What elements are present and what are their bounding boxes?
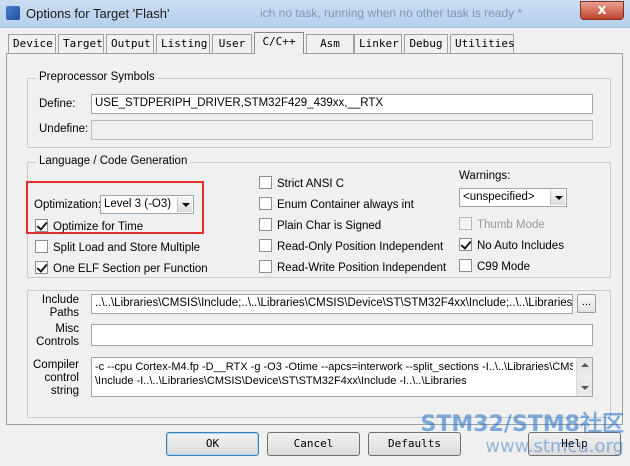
strict-ansi-label: Strict ANSI C xyxy=(277,178,345,190)
rwpi-label: Read-Write Position Independent xyxy=(277,262,447,274)
checkbox-unchecked-icon[interactable] xyxy=(259,218,272,231)
ok-button[interactable]: OK xyxy=(166,432,259,456)
rwpi-checkbox[interactable]: Read-Write Position Independent xyxy=(259,260,446,276)
compiler-control-line-2: \Include -I..\..\Libraries\CMSIS\Device\… xyxy=(95,375,467,387)
plain-char-label: Plain Char is Signed xyxy=(277,220,382,232)
tab-utilities[interactable]: Utilities xyxy=(450,34,515,53)
optimization-value: Level 3 (-O3) xyxy=(104,198,172,210)
optimize-for-time-label: Optimize for Time xyxy=(53,221,144,233)
checkbox-checked-icon[interactable] xyxy=(35,219,48,232)
enum-container-label: Enum Container always int xyxy=(277,199,414,211)
language-group-label: Language / Code Generation xyxy=(36,155,191,167)
title-bar: Options for Target 'Flash' ich no task, … xyxy=(0,0,630,28)
enum-container-checkbox[interactable]: Enum Container always int xyxy=(259,197,414,213)
defaults-button[interactable]: Defaults xyxy=(368,432,461,456)
split-load-store-label: Split Load and Store Multiple xyxy=(53,242,201,254)
warnings-value: <unspecified> xyxy=(463,191,535,203)
checkbox-unchecked-icon[interactable] xyxy=(459,259,472,272)
no-auto-includes-checkbox[interactable]: No Auto Includes xyxy=(459,238,564,254)
tab-user[interactable]: User xyxy=(212,34,252,53)
checkbox-disabled-icon[interactable] xyxy=(459,217,472,230)
tab-listing[interactable]: Listing xyxy=(156,34,210,53)
close-button[interactable]: x xyxy=(580,1,624,20)
define-label: Define: xyxy=(39,98,76,110)
include-paths-input[interactable]: ..\..\Libraries\CMSIS\Include;..\..\Libr… xyxy=(91,294,573,314)
app-icon xyxy=(6,6,20,20)
scroll-up-icon[interactable] xyxy=(577,358,592,373)
window-title: Options for Target 'Flash' xyxy=(26,6,170,21)
c99-mode-label: C99 Mode xyxy=(477,261,531,273)
compiler-control-textarea[interactable]: -c --cpu Cortex-M4.fp -D__RTX -g -O3 -Ot… xyxy=(91,357,593,397)
optimize-for-time-checkbox[interactable]: Optimize for Time xyxy=(35,219,143,235)
compiler-control-label: Compiler control string xyxy=(33,359,80,397)
checkbox-checked-icon[interactable] xyxy=(459,238,472,251)
c99-mode-checkbox[interactable]: C99 Mode xyxy=(459,259,530,275)
thumb-mode-label: Thumb Mode xyxy=(477,219,545,231)
vertical-scrollbar[interactable] xyxy=(576,358,592,396)
checkbox-unchecked-icon[interactable] xyxy=(35,240,48,253)
chevron-down-icon[interactable] xyxy=(177,197,192,212)
tab-target[interactable]: Target xyxy=(58,34,104,53)
misc-controls-label: Misc Controls xyxy=(36,323,79,348)
checkbox-unchecked-icon[interactable] xyxy=(259,197,272,210)
tab-c-cpp[interactable]: C/C++ xyxy=(254,32,304,54)
preprocessor-group-label: Preprocessor Symbols xyxy=(36,71,158,83)
warnings-label: Warnings: xyxy=(459,170,511,182)
undefine-label: Undefine: xyxy=(39,123,89,135)
tab-linker[interactable]: Linker xyxy=(354,34,402,53)
checkbox-checked-icon[interactable] xyxy=(35,261,48,274)
checkbox-unchecked-icon[interactable] xyxy=(259,239,272,252)
help-button[interactable]: Help xyxy=(528,432,621,456)
thumb-mode-checkbox[interactable]: Thumb Mode xyxy=(459,217,545,233)
misc-controls-input[interactable] xyxy=(91,324,593,346)
split-load-store-checkbox[interactable]: Split Load and Store Multiple xyxy=(35,240,200,256)
tab-strip: Device Target Output Listing User C/C++ … xyxy=(0,32,630,54)
one-elf-section-label: One ELF Section per Function xyxy=(53,263,208,275)
include-browse-button[interactable]: ... xyxy=(577,294,596,313)
strict-ansi-checkbox[interactable]: Strict ANSI C xyxy=(259,176,344,192)
ropi-label: Read-Only Position Independent xyxy=(277,241,444,253)
tab-output[interactable]: Output xyxy=(106,34,154,53)
plain-char-checkbox[interactable]: Plain Char is Signed xyxy=(259,218,381,234)
checkbox-unchecked-icon[interactable] xyxy=(259,260,272,273)
no-auto-includes-label: No Auto Includes xyxy=(477,240,564,252)
tab-asm[interactable]: Asm xyxy=(306,34,354,53)
compiler-control-line-1: -c --cpu Cortex-M4.fp -D__RTX -g -O3 -Ot… xyxy=(95,361,573,373)
one-elf-section-checkbox[interactable]: One ELF Section per Function xyxy=(35,261,208,277)
include-paths-label: Include Paths xyxy=(41,294,79,319)
cancel-button[interactable]: Cancel xyxy=(267,432,360,456)
scroll-down-icon[interactable] xyxy=(577,381,592,396)
define-input[interactable]: USE_STDPERIPH_DRIVER,STM32F429_439xx,__R… xyxy=(91,94,593,114)
background-window-text: ich no task, running when no other task … xyxy=(260,6,523,20)
ropi-checkbox[interactable]: Read-Only Position Independent xyxy=(259,239,443,255)
chevron-down-icon[interactable] xyxy=(550,190,565,205)
warnings-select[interactable]: <unspecified> xyxy=(459,188,567,207)
optimization-select[interactable]: Level 3 (-O3) xyxy=(100,195,194,214)
optimization-label: Optimization: xyxy=(34,199,102,211)
checkbox-unchecked-icon[interactable] xyxy=(259,176,272,189)
options-panel: Preprocessor Symbols Define: USE_STDPERI… xyxy=(6,53,623,425)
undefine-input[interactable] xyxy=(91,120,593,140)
tab-device[interactable]: Device xyxy=(8,34,56,53)
tab-debug[interactable]: Debug xyxy=(404,34,448,53)
